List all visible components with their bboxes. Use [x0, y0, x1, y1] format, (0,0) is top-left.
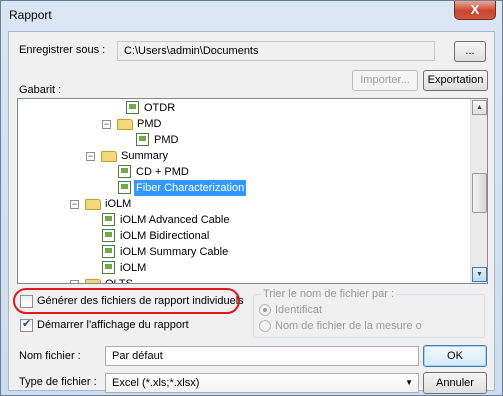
sort-identifier-radio[interactable]: [259, 304, 271, 316]
sort-identifier-label: Identificat: [275, 304, 323, 316]
scroll-up-icon[interactable]: ▲: [472, 100, 487, 115]
highlight-ellipse: [13, 288, 240, 314]
start-display-label: Démarrer l'affichage du rapport: [37, 319, 189, 331]
collapse-icon[interactable]: −: [70, 200, 79, 209]
close-icon: X: [470, 2, 480, 17]
report-file-icon: [136, 133, 149, 146]
report-file-icon: [118, 181, 131, 194]
folder-icon: [117, 119, 133, 130]
filetype-label: Type de fichier :: [19, 376, 97, 388]
report-file-icon: [118, 165, 131, 178]
scroll-thumb[interactable]: [472, 173, 487, 213]
report-dialog: Rapport X Enregistrer sous : C:\Users\ad…: [0, 0, 503, 396]
save-path-field[interactable]: C:\Users\admin\Documents: [117, 41, 435, 61]
filename-input[interactable]: Par défaut: [105, 346, 419, 366]
cancel-button[interactable]: Annuler: [423, 372, 487, 394]
template-tree[interactable]: OTDR − PMD PMD − Summary CD + PMD Fiber …: [17, 98, 488, 284]
collapse-icon[interactable]: −: [86, 152, 95, 161]
report-file-icon: [102, 213, 115, 226]
report-file-icon: [126, 101, 139, 114]
collapse-icon[interactable]: −: [70, 280, 79, 283]
sort-group-label: Trier le nom de fichier par :: [261, 288, 397, 300]
sort-measure-label: Nom de fichier de la mesure o: [275, 320, 422, 332]
import-button[interactable]: Importer...: [352, 70, 418, 91]
folder-icon: [85, 199, 101, 210]
collapse-icon[interactable]: −: [102, 120, 111, 129]
browse-button[interactable]: ...: [454, 41, 486, 62]
dialog-title: Rapport: [9, 8, 52, 22]
dialog-body: Enregistrer sous : C:\Users\admin\Docume…: [8, 31, 495, 394]
folder-icon: [101, 151, 117, 162]
save-as-label: Enregistrer sous :: [19, 44, 106, 56]
report-file-icon: [102, 229, 115, 242]
title-bar: Rapport X: [1, 1, 502, 27]
export-button[interactable]: Exportation: [423, 70, 488, 91]
tree-scrollbar[interactable]: ▲ ▼: [470, 99, 487, 283]
report-file-icon: [102, 261, 115, 274]
filetype-select[interactable]: Excel (*.xls;*.xlsx) ▼: [105, 373, 419, 393]
template-label: Gabarit :: [19, 84, 62, 96]
chevron-down-icon: ▼: [405, 378, 413, 387]
scroll-down-icon[interactable]: ▼: [472, 267, 487, 282]
report-file-icon: [102, 245, 115, 258]
folder-icon: [85, 279, 101, 283]
ok-button[interactable]: OK: [423, 345, 487, 367]
sort-measure-radio[interactable]: [259, 320, 271, 332]
filetype-value: Excel (*.xls;*.xlsx): [112, 377, 200, 389]
filename-label: Nom fichier :: [19, 350, 81, 362]
close-button[interactable]: X: [454, 1, 496, 20]
start-display-checkbox[interactable]: [20, 317, 33, 332]
